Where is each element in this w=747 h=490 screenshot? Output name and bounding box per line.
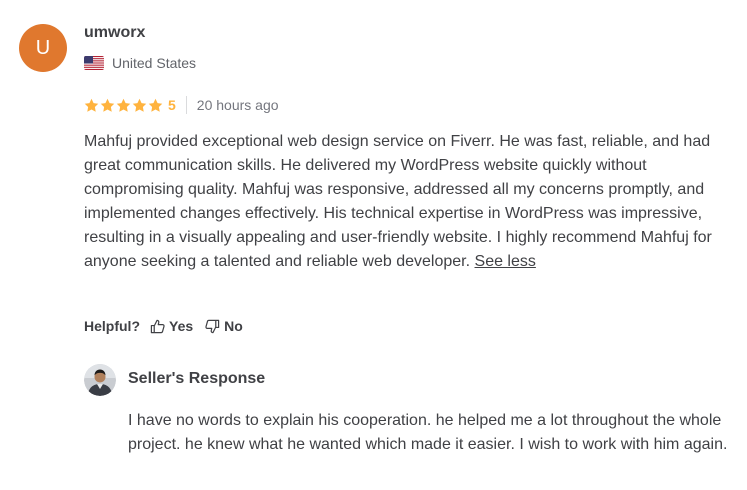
star-rating — [84, 98, 164, 113]
helpful-no-label: No — [224, 318, 243, 334]
star-icon — [148, 98, 163, 112]
star-icon — [84, 98, 99, 112]
review-body: Mahfuj provided exceptional web design s… — [84, 130, 734, 274]
reviewer-avatar[interactable]: U — [19, 24, 67, 72]
reviewer-username[interactable]: umworx — [84, 24, 145, 42]
helpful-yes-label: Yes — [169, 318, 194, 334]
star-icon — [100, 98, 115, 112]
star-icon — [132, 98, 147, 112]
review-text: Mahfuj provided exceptional web design s… — [84, 133, 712, 270]
helpful-yes-button[interactable]: Yes — [150, 318, 193, 334]
star-icon — [116, 98, 131, 112]
helpful-label: Helpful? — [84, 318, 140, 334]
rating-row: 5 20 hours ago — [84, 96, 279, 114]
review-time: 20 hours ago — [196, 97, 279, 113]
country-name: United States — [112, 55, 197, 71]
avatar-initial: U — [35, 37, 51, 59]
thumbs-down-icon — [205, 319, 220, 333]
rating-divider — [185, 96, 187, 114]
thumbs-up-icon — [150, 319, 165, 333]
reviewer-country: United States — [84, 54, 196, 72]
see-less-link[interactable]: See less — [475, 253, 536, 270]
seller-avatar[interactable] — [84, 364, 116, 396]
rating-value: 5 — [168, 97, 176, 113]
seller-response-text: I have no words to explain his cooperati… — [128, 412, 728, 453]
helpful-no-button[interactable]: No — [205, 318, 243, 334]
helpful-row: Helpful? Yes No — [84, 316, 255, 336]
us-flag-icon — [84, 56, 104, 70]
seller-response-title: Seller's Response — [128, 370, 266, 387]
